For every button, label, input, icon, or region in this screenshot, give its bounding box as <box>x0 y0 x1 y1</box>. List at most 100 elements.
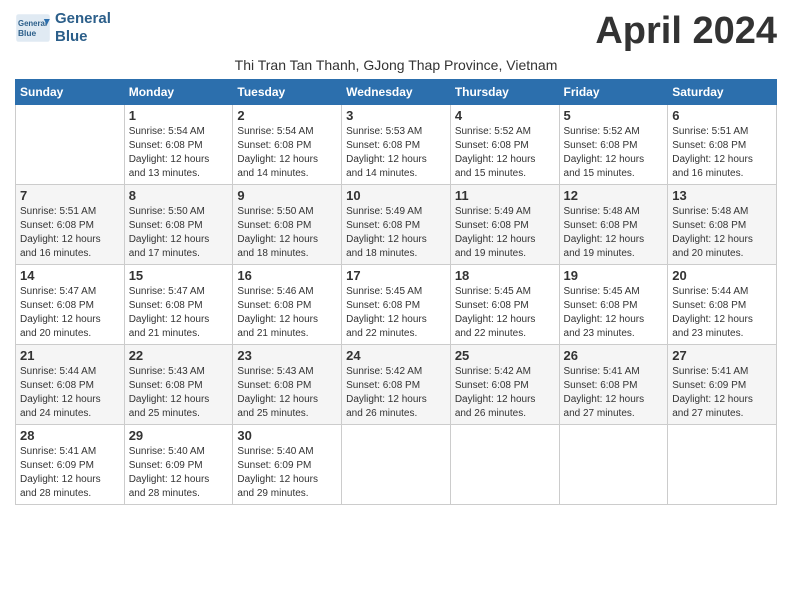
day-info: Sunrise: 5:45 AMSunset: 6:08 PMDaylight:… <box>455 285 555 341</box>
sunset-label: Sunset: 6:08 PM <box>237 380 311 391</box>
calendar-cell <box>342 425 451 505</box>
logo-area: General Blue General Blue <box>15 10 111 46</box>
calendar-cell: 3 Sunrise: 5:53 AMSunset: 6:08 PMDaylight… <box>342 105 451 185</box>
sunset-label: Sunset: 6:08 PM <box>129 140 203 151</box>
daylight-label: Daylight: 12 hours and 22 minutes. <box>455 314 536 339</box>
weekday-header-monday: Monday <box>124 80 233 105</box>
sunset-label: Sunset: 6:08 PM <box>237 220 311 231</box>
logo-text-blue: Blue <box>55 28 111 46</box>
day-info: Sunrise: 5:53 AMSunset: 6:08 PMDaylight:… <box>346 125 446 181</box>
sunrise-label: Sunrise: 5:49 AM <box>455 206 531 217</box>
daylight-label: Daylight: 12 hours and 28 minutes. <box>20 474 101 499</box>
calendar-cell: 25 Sunrise: 5:42 AMSunset: 6:08 PMDayligh… <box>450 345 559 425</box>
day-info: Sunrise: 5:52 AMSunset: 6:08 PMDaylight:… <box>564 125 664 181</box>
day-number: 6 <box>672 108 772 123</box>
sunrise-label: Sunrise: 5:48 AM <box>564 206 640 217</box>
calendar-cell: 5 Sunrise: 5:52 AMSunset: 6:08 PMDaylight… <box>559 105 668 185</box>
calendar-week-2: 7Sunrise: 5:51 AMSunset: 6:08 PMDaylight… <box>16 185 777 265</box>
day-number: 24 <box>346 348 446 363</box>
sunset-label: Sunset: 6:09 PM <box>672 380 746 391</box>
sunrise-label: Sunrise: 5:41 AM <box>20 446 96 457</box>
day-info: Sunrise: 5:41 AMSunset: 6:08 PMDaylight:… <box>564 365 664 421</box>
sunrise-label: Sunrise: 5:40 AM <box>237 446 313 457</box>
daylight-label: Daylight: 12 hours and 19 minutes. <box>564 234 645 259</box>
day-number: 12 <box>564 188 664 203</box>
calendar-cell: 21Sunrise: 5:44 AMSunset: 6:08 PMDayligh… <box>16 345 125 425</box>
daylight-label: Daylight: 12 hours and 28 minutes. <box>129 474 210 499</box>
calendar-cell: 9Sunrise: 5:50 AMSunset: 6:08 PMDaylight… <box>233 185 342 265</box>
daylight-label: Daylight: 12 hours and 20 minutes. <box>20 314 101 339</box>
sunrise-label: Sunrise: 5:52 AM <box>455 126 531 137</box>
sunrise-label: Sunrise: 5:42 AM <box>455 366 531 377</box>
day-info: Sunrise: 5:48 AM Sunset: 6:08 PM Daylight:… <box>564 205 664 261</box>
sunrise-label: Sunrise: 5:44 AM <box>672 286 748 297</box>
daylight-label: Daylight: 12 hours and 25 minutes. <box>237 394 318 419</box>
calendar-subtitle: Thi Tran Tan Thanh, GJong Thap Province,… <box>15 57 777 73</box>
sunset-label: Sunset: 6:08 PM <box>129 380 203 391</box>
calendar-cell: 6Sunrise: 5:51 AMSunset: 6:08 PMDaylight… <box>668 105 777 185</box>
sunset-label: Sunset: 6:08 PM <box>129 220 203 231</box>
day-number: 28 <box>20 428 120 443</box>
day-info: Sunrise: 5:47 AMSunset: 6:08 PMDaylight:… <box>20 285 120 341</box>
sunset-label: Sunset: 6:08 PM <box>455 300 529 311</box>
day-number: 16 <box>237 268 337 283</box>
sunset-label: Sunset: 6:08 PM <box>564 220 638 231</box>
daylight-label: Daylight: 12 hours and 27 minutes. <box>672 394 753 419</box>
day-number: 2 <box>237 108 337 123</box>
weekday-header-sunday: Sunday <box>16 80 125 105</box>
general-blue-logo-icon: General Blue <box>15 10 51 46</box>
calendar-cell: 27Sunrise: 5:41 AMSunset: 6:09 PMDayligh… <box>668 345 777 425</box>
calendar-cell <box>16 105 125 185</box>
daylight-label: Daylight: 12 hours and 23 minutes. <box>564 314 645 339</box>
day-number: 1 <box>129 108 229 123</box>
calendar-cell: 19Sunrise: 5:45 AMSunset: 6:08 PMDayligh… <box>559 265 668 345</box>
calendar-table: SundayMondayTuesdayWednesdayThursdayFrid… <box>15 79 777 505</box>
daylight-label: Daylight: 12 hours and 14 minutes. <box>237 154 318 179</box>
sunset-label: Sunset: 6:08 PM <box>129 300 203 311</box>
day-number: 3 <box>346 108 446 123</box>
daylight-label: Daylight: 12 hours and 20 minutes. <box>672 234 753 259</box>
calendar-cell: 22Sunrise: 5:43 AMSunset: 6:08 PMDayligh… <box>124 345 233 425</box>
daylight-label: Daylight: 12 hours and 15 minutes. <box>564 154 645 179</box>
daylight-label: Daylight: 12 hours and 25 minutes. <box>129 394 210 419</box>
sunrise-label: Sunrise: 5:44 AM <box>20 366 96 377</box>
svg-text:General: General <box>18 19 47 28</box>
weekday-header-friday: Friday <box>559 80 668 105</box>
calendar-cell <box>450 425 559 505</box>
sunset-label: Sunset: 6:08 PM <box>20 380 94 391</box>
day-info: Sunrise: 5:50 AMSunset: 6:08 PMDaylight:… <box>237 205 337 261</box>
day-number: 25 <box>455 348 555 363</box>
day-number: 13 <box>672 188 772 203</box>
day-info: Sunrise: 5:49 AMSunset: 6:08 PMDaylight:… <box>346 205 446 261</box>
day-info: Sunrise: 5:42 AMSunset: 6:08 PMDaylight:… <box>455 365 555 421</box>
calendar-cell: 30Sunrise: 5:40 AMSunset: 6:09 PMDayligh… <box>233 425 342 505</box>
sunset-label: Sunset: 6:08 PM <box>455 220 529 231</box>
daylight-label: Daylight: 12 hours and 13 minutes. <box>129 154 210 179</box>
day-number: 27 <box>672 348 772 363</box>
calendar-cell: 15Sunrise: 5:47 AMSunset: 6:08 PMDayligh… <box>124 265 233 345</box>
weekday-header-wednesday: Wednesday <box>342 80 451 105</box>
sunrise-label: Sunrise: 5:54 AM <box>237 126 313 137</box>
day-number: 4 <box>455 108 555 123</box>
sunset-label: Sunset: 6:09 PM <box>20 460 94 471</box>
sunrise-label: Sunrise: 5:47 AM <box>20 286 96 297</box>
day-number: 22 <box>129 348 229 363</box>
day-info: Sunrise: 5:49 AMSunset: 6:08 PMDaylight:… <box>455 205 555 261</box>
sunrise-label: Sunrise: 5:50 AM <box>129 206 205 217</box>
calendar-week-3: 14Sunrise: 5:47 AMSunset: 6:08 PMDayligh… <box>16 265 777 345</box>
daylight-label: Daylight: 12 hours and 26 minutes. <box>455 394 536 419</box>
weekday-header-thursday: Thursday <box>450 80 559 105</box>
sunset-label: Sunset: 6:08 PM <box>564 140 638 151</box>
calendar-cell: 26Sunrise: 5:41 AMSunset: 6:08 PMDayligh… <box>559 345 668 425</box>
sunset-label: Sunset: 6:08 PM <box>346 300 420 311</box>
day-number: 11 <box>455 188 555 203</box>
daylight-label: Daylight: 12 hours and 26 minutes. <box>346 394 427 419</box>
day-number: 5 <box>564 108 664 123</box>
sunset-label: Sunset: 6:09 PM <box>129 460 203 471</box>
day-number: 21 <box>20 348 120 363</box>
calendar-cell: 14Sunrise: 5:47 AMSunset: 6:08 PMDayligh… <box>16 265 125 345</box>
calendar-cell: 23Sunrise: 5:43 AMSunset: 6:08 PMDayligh… <box>233 345 342 425</box>
calendar-cell: 2Sunrise: 5:54 AMSunset: 6:08 PMDaylight… <box>233 105 342 185</box>
sunrise-label: Sunrise: 5:51 AM <box>672 126 748 137</box>
sunset-label: Sunset: 6:09 PM <box>237 460 311 471</box>
